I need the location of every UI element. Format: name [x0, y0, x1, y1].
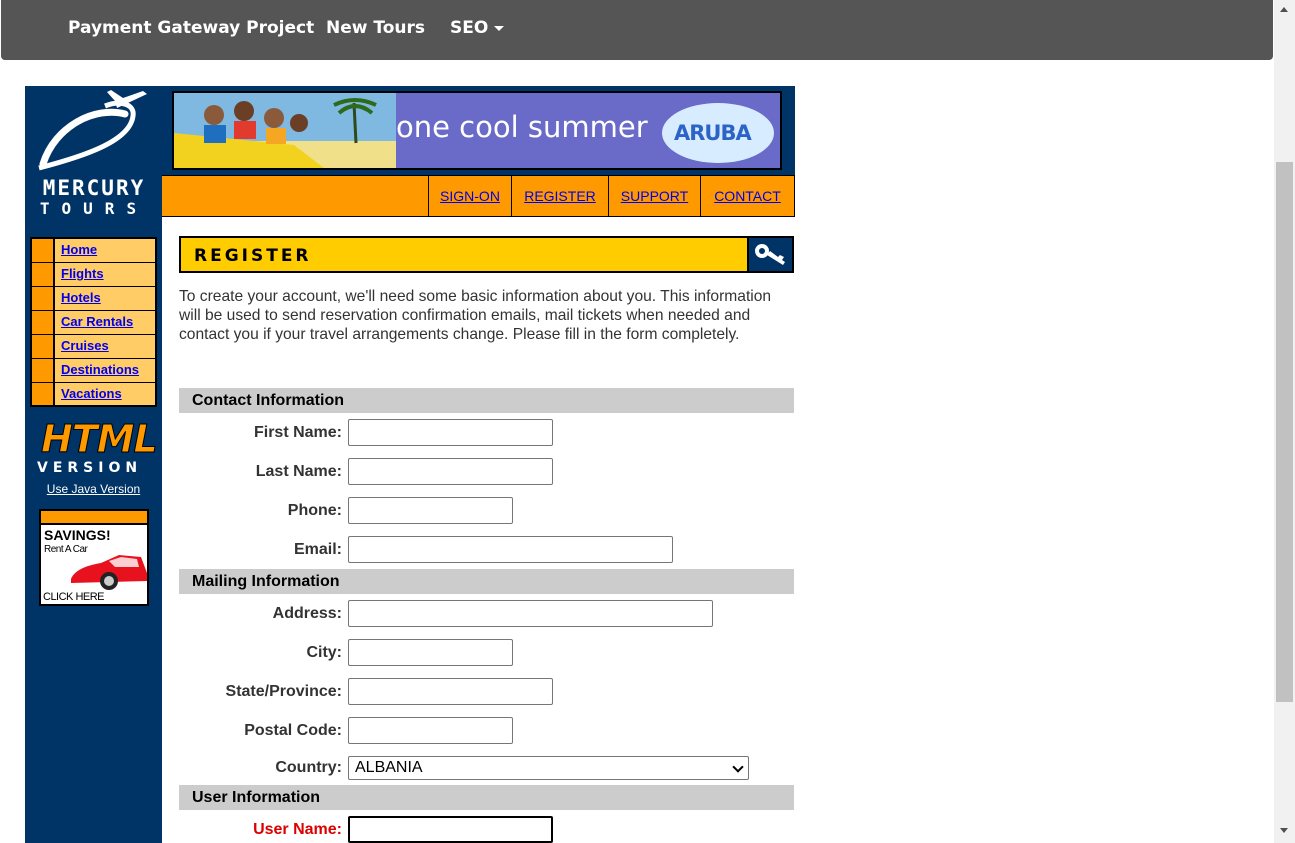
user-name-label: User Name: [253, 821, 342, 838]
sidenav-item-home[interactable]: Home [32, 239, 155, 263]
html-version-html: HTML [41, 417, 159, 461]
sidenav-item-vacations[interactable]: Vacations [32, 383, 155, 405]
ad-title: SAVINGS! [44, 527, 111, 543]
user-name-input[interactable] [348, 816, 553, 843]
mercury-tours-logo[interactable]: MERCURY TOURS [25, 86, 162, 221]
section-mailing-information: Mailing Information [179, 569, 794, 594]
phone-label: Phone: [287, 502, 342, 519]
ad-click-here: CLICK HERE [43, 591, 105, 603]
sidenav-link-vacations[interactable]: Vacations [55, 383, 122, 405]
chevron-down-icon [732, 761, 744, 773]
sidenav-item-flights[interactable]: Flights [32, 263, 155, 287]
tab-sign-on[interactable]: SIGN-ON [428, 176, 511, 216]
sidenav-link-hotels[interactable]: Hotels [55, 287, 101, 310]
sidenav-marker [32, 383, 55, 405]
logo-tours: TOURS [39, 199, 149, 218]
first-name-input[interactable] [348, 419, 553, 446]
register-header: REGISTER [179, 236, 794, 273]
country-selected-value: ALBANIA [355, 759, 423, 776]
use-java-version-link[interactable]: Use Java Version [25, 482, 162, 496]
caret-down-icon [494, 25, 505, 31]
nav-payment-gateway-project[interactable]: Payment Gateway Project [68, 18, 314, 38]
logo-mercury: MERCURY [42, 176, 146, 200]
scroll-up-arrow-icon[interactable] [1280, 7, 1288, 12]
first-name-label: First Name: [253, 424, 342, 441]
city-label: City: [306, 644, 342, 661]
nav-seo-dropdown[interactable]: SEO [450, 18, 505, 38]
phone-input[interactable] [348, 497, 513, 524]
page-scrollbar[interactable] [1274, 0, 1295, 843]
sidenav-item-hotels[interactable]: Hotels [32, 287, 155, 311]
address-input[interactable] [348, 600, 713, 627]
city-input[interactable] [348, 639, 513, 666]
sidenav-link-cruises[interactable]: Cruises [55, 335, 109, 358]
top-navbar: Payment Gateway Project New Tours SEO [1, 0, 1273, 60]
beach-photo-icon [174, 93, 396, 168]
register-intro-text: To create your account, we'll need some … [179, 288, 772, 343]
sidenav-marker [32, 287, 55, 310]
html-version-version: VERSION [37, 460, 143, 476]
sidenav-marker [32, 263, 55, 286]
sidenav-link-car-rentals[interactable]: Car Rentals [55, 311, 133, 334]
state-province-label: State/Province: [225, 683, 342, 700]
red-car-icon [71, 555, 147, 590]
sidenav-item-car-rentals[interactable]: Car Rentals [32, 311, 155, 335]
sidenav-item-cruises[interactable]: Cruises [32, 335, 155, 359]
key-icon [749, 238, 792, 271]
sidenav-marker [32, 359, 55, 382]
side-navigation: Home Flights Hotels Car Rentals Cruises … [30, 237, 157, 407]
address-label: Address: [272, 605, 342, 622]
banner-headline: one cool summer [396, 110, 648, 144]
email-input[interactable] [348, 536, 673, 563]
nav-seo-label: SEO [450, 18, 489, 38]
sidenav-item-destinations[interactable]: Destinations [32, 359, 155, 383]
sidenav-marker [32, 311, 55, 334]
last-name-input[interactable] [348, 458, 553, 485]
sidenav-marker [32, 335, 55, 358]
ad-header-strip [41, 511, 147, 525]
country-select[interactable]: ALBANIA [348, 756, 749, 780]
section-user-information: User Information [179, 785, 794, 810]
top-tab-bar: SIGN-ON REGISTER SUPPORT CONTACT [162, 175, 795, 217]
nav-new-tours[interactable]: New Tours [326, 18, 425, 38]
postal-code-input[interactable] [348, 717, 513, 744]
tab-support[interactable]: SUPPORT [608, 176, 700, 216]
scroll-down-arrow-icon[interactable] [1280, 828, 1288, 833]
sidenav-link-flights[interactable]: Flights [55, 263, 104, 286]
plane-orbit-icon [38, 90, 147, 171]
sidenav-link-destinations[interactable]: Destinations [55, 359, 139, 382]
state-province-input[interactable] [348, 678, 553, 705]
sidenav-link-home[interactable]: Home [55, 239, 97, 262]
scroll-thumb[interactable] [1276, 162, 1293, 702]
section-contact-information: Contact Information [179, 388, 794, 413]
sidenav-marker [32, 239, 55, 262]
last-name-label: Last Name: [255, 463, 342, 480]
aruba-banner-ad[interactable]: one cool summer ARUBA [172, 91, 782, 170]
html-version-badge: HTML VERSION [35, 416, 158, 478]
page-title: REGISTER [194, 246, 312, 266]
aruba-logo-text: ARUBA [674, 121, 752, 145]
register-header-band: REGISTER [181, 238, 747, 271]
logo-wordmark: MERCURY TOURS [32, 178, 156, 217]
postal-code-label: Postal Code: [244, 722, 342, 739]
country-label: Country: [275, 759, 342, 776]
email-label: Email: [293, 541, 342, 558]
tab-contact[interactable]: CONTACT [700, 176, 794, 216]
tab-register[interactable]: REGISTER [511, 176, 608, 216]
savings-rent-a-car-ad[interactable]: SAVINGS! Rent A Car CLICK HERE [39, 509, 149, 606]
